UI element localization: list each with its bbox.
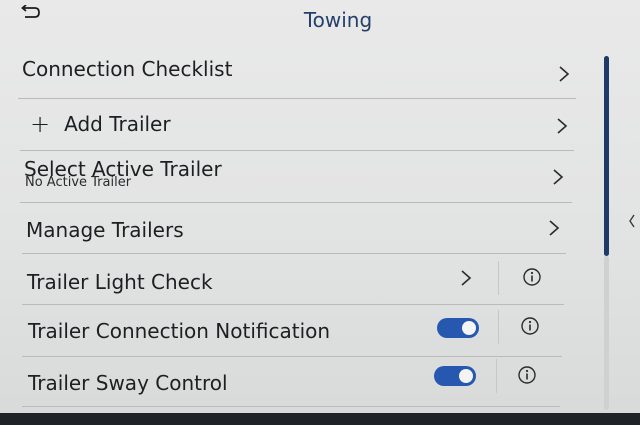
trailer-connection-notification-label: Trailer Connection Notification [28, 319, 331, 343]
menu-item-trailer-sway-control: Trailer Sway Control [28, 358, 228, 408]
side-panel-handle[interactable] [626, 210, 638, 232]
chevron-left-icon [629, 214, 635, 228]
divider [20, 202, 572, 203]
divider [498, 261, 499, 295]
scrollbar-thumb[interactable] [604, 56, 609, 256]
trailer-sway-control-label: Trailer Sway Control [28, 371, 228, 395]
trailer-light-check-label: Trailer Light Check [27, 270, 213, 294]
info-button-trailer-light-check[interactable] [523, 268, 541, 286]
manage-trailers-label: Manage Trailers [26, 218, 184, 242]
page-title: Towing [303, 8, 373, 32]
trailer-connection-notification-toggle[interactable] [437, 318, 479, 338]
divider [22, 304, 564, 305]
chevron-right-icon [546, 218, 562, 238]
chevron-right-icon [556, 64, 572, 84]
toggle-knob [459, 369, 473, 383]
menu-item-trailer-connection-notification: Trailer Connection Notification [28, 306, 330, 356]
divider [496, 359, 497, 393]
info-icon [521, 317, 539, 335]
info-button-trailer-connection-notification[interactable] [521, 317, 539, 335]
menu-item-trailer-light-check[interactable]: Trailer Light Check [27, 257, 213, 307]
info-button-trailer-sway-control[interactable] [518, 366, 536, 384]
menu-item-connection-checklist[interactable]: Connection Checklist [22, 44, 232, 94]
chevron-right-icon [458, 268, 474, 288]
divider [22, 253, 566, 254]
screen-bezel [0, 413, 640, 425]
menu-item-manage-trailers[interactable]: Manage Trailers [26, 205, 184, 255]
divider [498, 310, 499, 344]
chevron-right-icon [554, 116, 570, 136]
info-icon [523, 268, 541, 286]
connection-checklist-label: Connection Checklist [22, 57, 233, 81]
menu-item-select-active-trailer[interactable]: Select Active Trailer No Active Trailer [24, 142, 222, 196]
scrollbar-track [604, 256, 609, 410]
add-trailer-label: Add Trailer [64, 112, 171, 136]
divider [22, 406, 560, 407]
divider [22, 356, 562, 357]
towing-screen: Towing Connection Checklist + Add Traile… [0, 0, 640, 425]
chevron-right-icon [550, 167, 566, 187]
plus-icon: + [30, 110, 51, 138]
toggle-knob [462, 321, 476, 335]
info-icon [518, 366, 536, 384]
select-active-trailer-status: No Active Trailer [25, 175, 132, 190]
trailer-sway-control-toggle[interactable] [434, 366, 476, 386]
